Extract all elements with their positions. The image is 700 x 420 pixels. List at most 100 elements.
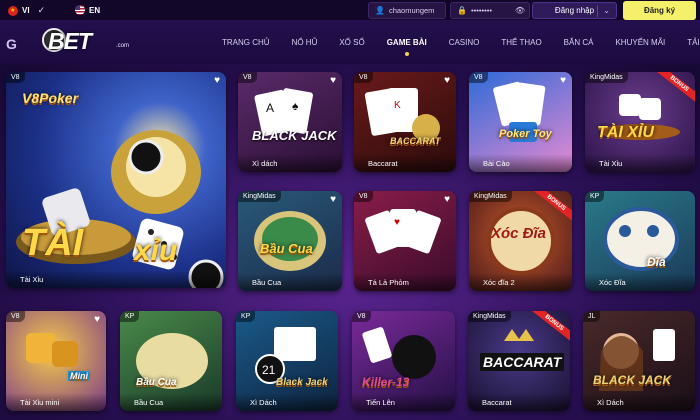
game-card-tai-xiu-kingmidas[interactable]: TÀI XỈU KingMidas BONUS Tài Xỉu bbox=[585, 72, 695, 172]
game-card-tien-len[interactable]: Killer-13 V8 Tiến Lên bbox=[352, 311, 455, 411]
card-art-text: Xóc Đĩa bbox=[491, 225, 547, 242]
heart-icon[interactable]: ♥ bbox=[560, 75, 566, 86]
nav-item-lottery[interactable]: XỔ SỐ bbox=[339, 38, 364, 47]
svg-text:21: 21 bbox=[262, 363, 276, 377]
game-title: Tài Xỉu bbox=[585, 154, 695, 172]
card-art-text: Bầu Cua bbox=[136, 377, 177, 388]
game-title: Baccarat bbox=[354, 154, 456, 172]
heart-icon[interactable]: ♥ bbox=[94, 314, 100, 325]
nav-item-home[interactable]: TRANG CHỦ bbox=[222, 38, 270, 47]
game-title: Bài Cào bbox=[469, 154, 572, 172]
nav-item-download-app[interactable]: TẢI APP bbox=[687, 38, 700, 47]
provider-badge: KingMidas bbox=[469, 191, 512, 202]
game-card-xi-dach-jl[interactable]: BLACK JACK JL Xì Dách bbox=[583, 311, 695, 411]
nav-item-sports[interactable]: THỂ THAO bbox=[501, 38, 541, 47]
provider-badge: V8 bbox=[238, 72, 257, 83]
game-title: Xì Dách bbox=[236, 393, 338, 411]
game-card-featured[interactable]: V8 ♥ V8Poker TÀI xỉu Tài Xỉu bbox=[6, 72, 226, 288]
provider-badge: V8 bbox=[469, 72, 488, 83]
card-art-text: TÀI XỈU bbox=[597, 124, 654, 141]
language-vi[interactable]: VI ✓ bbox=[8, 5, 45, 16]
heart-icon[interactable]: ♥ bbox=[330, 75, 336, 86]
heart-icon[interactable]: ♥ bbox=[444, 75, 450, 86]
game-title: Xì dách bbox=[238, 154, 342, 172]
heart-icon[interactable]: ♥ bbox=[330, 194, 336, 205]
featured-title-xiu: xỉu bbox=[134, 234, 178, 267]
provider-badge: KP bbox=[120, 311, 140, 322]
checkmark-icon: ✓ bbox=[37, 5, 46, 15]
game-card-bau-cua-kp[interactable]: Bầu Cua KP Bầu Cua bbox=[120, 311, 222, 411]
nav-item-card-games[interactable]: GAME BÀI bbox=[387, 38, 427, 56]
top-bar: VI ✓ EN 👤 chaomungem 🔒 •••••••• 👁 Đăng n… bbox=[0, 0, 700, 20]
login-divider bbox=[597, 5, 598, 17]
logo-text: BET bbox=[48, 28, 92, 54]
logo-prefix: G bbox=[6, 36, 18, 52]
lock-icon: 🔒 bbox=[457, 6, 467, 15]
provider-badge: KingMidas bbox=[238, 191, 281, 202]
password-value: •••••••• bbox=[470, 6, 492, 15]
card-art-text: BACCARAT bbox=[390, 136, 441, 146]
username-input[interactable]: 👤 chaomungem bbox=[368, 2, 446, 19]
usa-flag-icon bbox=[75, 5, 85, 15]
register-button[interactable]: Đăng ký bbox=[623, 1, 696, 20]
game-card-bau-cua-kingmidas[interactable]: Bầu Cua KingMidas ♥ Bầu Cua bbox=[238, 191, 342, 291]
game-card-bai-cao[interactable]: Poker Toy V8 ♥ Bài Cào bbox=[469, 72, 572, 172]
game-title: Baccarat bbox=[468, 393, 570, 411]
provider-badge: V8 bbox=[6, 311, 25, 322]
nav-item-slots[interactable]: NỔ HŨ bbox=[292, 38, 318, 47]
nav-item-promotions[interactable]: KHUYẾN MÃI bbox=[615, 38, 665, 47]
card-art-text: Mini bbox=[68, 371, 90, 381]
nav-menu: TRANG CHỦ NỔ HŨ XỔ SỐ GAME BÀI CASINO TH… bbox=[222, 38, 700, 56]
card-art-text: Killer-13 bbox=[362, 375, 410, 389]
provider-badge: V8 bbox=[354, 191, 373, 202]
provider-badge: KingMidas bbox=[585, 72, 628, 83]
game-card-xoc-dia-kp[interactable]: Đĩa KP Xóc Đĩa bbox=[585, 191, 695, 291]
game-title: Bầu Cua bbox=[120, 393, 222, 411]
svg-text:♥: ♥ bbox=[394, 217, 400, 228]
nav-item-casino[interactable]: CASINO bbox=[449, 38, 480, 47]
login-button[interactable]: Đăng nhập ⌄ bbox=[532, 2, 617, 19]
featured-title-tai: TÀI bbox=[22, 222, 84, 264]
game-card-xi-dach[interactable]: A ♠ BLACK JACK V8 ♥ Xì dách bbox=[238, 72, 342, 172]
game-title: Tài Xỉu bbox=[6, 270, 226, 288]
language-vi-label: VI bbox=[22, 6, 30, 15]
nav-item-fishing[interactable]: BẮN CÁ bbox=[564, 38, 594, 47]
card-art-text: BLACK JACK bbox=[593, 373, 671, 387]
card-art-text: BACCARAT bbox=[480, 353, 565, 371]
game-title: Xóc đĩa 2 bbox=[469, 273, 572, 291]
provider-badge: JL bbox=[583, 311, 601, 322]
card-art-text: Đĩa bbox=[647, 255, 666, 269]
game-card-xi-dach-kp[interactable]: 21 Black Jack KP Xì Dách bbox=[236, 311, 338, 411]
game-card-baccarat[interactable]: K BACCARAT V8 ♥ Baccarat bbox=[354, 72, 456, 172]
username-value: chaomungem bbox=[388, 6, 435, 15]
heart-icon[interactable]: ♥ bbox=[444, 194, 450, 205]
vietnam-flag-icon bbox=[8, 5, 18, 16]
chevron-down-icon[interactable]: ⌄ bbox=[603, 6, 610, 15]
game-title: Xóc Đĩa bbox=[585, 273, 695, 291]
game-card-tai-xiu-mini[interactable]: Mini V8 ♥ Tài Xỉu mini bbox=[6, 311, 106, 411]
svg-text:♠: ♠ bbox=[292, 99, 299, 113]
eye-icon[interactable]: 👁 bbox=[515, 6, 525, 15]
game-card-xoc-dia-2[interactable]: Xóc Đĩa KingMidas BONUS Xóc đĩa 2 bbox=[469, 191, 572, 291]
svg-text:A: A bbox=[266, 101, 274, 115]
provider-badge: KingMidas bbox=[468, 311, 511, 322]
game-card-baccarat-kingmidas[interactable]: BACCARAT KingMidas BONUS Baccarat bbox=[468, 311, 570, 411]
register-label: Đăng ký bbox=[643, 6, 676, 15]
logo-suffix: .com bbox=[116, 43, 130, 49]
provider-badge: V8 bbox=[354, 72, 373, 83]
provider-badge: V8 bbox=[6, 72, 25, 83]
user-icon: 👤 bbox=[375, 6, 385, 15]
game-title: Xì Dách bbox=[583, 393, 695, 411]
card-art-text: Bầu Cua bbox=[260, 241, 313, 256]
provider-badge: KP bbox=[585, 191, 605, 202]
password-input[interactable]: 🔒 •••••••• 👁 bbox=[450, 2, 530, 19]
game-title: Bầu Cua bbox=[238, 273, 342, 291]
language-en[interactable]: EN bbox=[75, 5, 100, 15]
card-art-text: Black Jack bbox=[276, 377, 328, 388]
site-logo[interactable]: G BET .com bbox=[6, 26, 130, 54]
provider-badge: V8 bbox=[352, 311, 371, 322]
game-title: Tiến Lên bbox=[352, 393, 455, 411]
game-card-ta-la-phom[interactable]: ♥ V8 ♥ Tá Lả Phỏm bbox=[354, 191, 456, 291]
heart-icon[interactable]: ♥ bbox=[214, 75, 220, 86]
language-en-label: EN bbox=[89, 5, 101, 15]
